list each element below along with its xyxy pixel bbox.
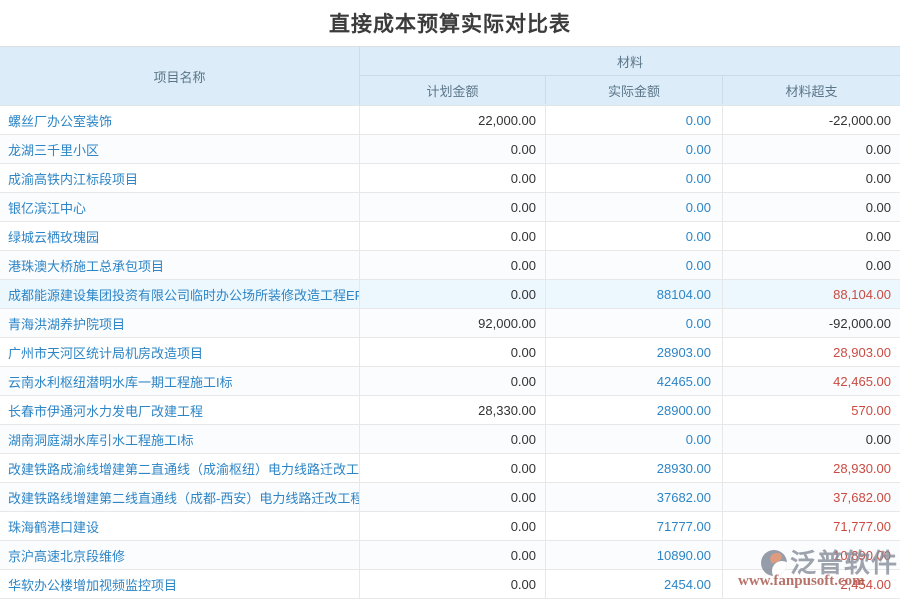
project-name-link[interactable]: 广州市天河区统计局机房改造项目 [0, 338, 360, 366]
planned-amount-value: 0.00 [360, 280, 546, 308]
actual-amount-link[interactable]: 28900.00 [546, 396, 723, 424]
planned-amount-value: 22,000.00 [360, 106, 546, 134]
material-overspend-value: 2,454.00 [723, 570, 900, 598]
table-body: 螺丝厂办公室装饰22,000.000.00-22,000.00龙湖三千里小区0.… [0, 106, 900, 599]
table-row[interactable]: 港珠澳大桥施工总承包项目0.000.000.00 [0, 251, 900, 280]
project-name-link[interactable]: 湖南洞庭湖水库引水工程施工I标 [0, 425, 360, 453]
material-overspend-value: -22,000.00 [723, 106, 900, 134]
table-row[interactable]: 广州市天河区统计局机房改造项目0.0028903.0028,903.00 [0, 338, 900, 367]
project-name-link[interactable]: 青海洪湖养护院项目 [0, 309, 360, 337]
page-title: 直接成本预算实际对比表 [329, 8, 571, 38]
actual-amount-link[interactable]: 10890.00 [546, 541, 723, 569]
planned-amount-value: 0.00 [360, 135, 546, 163]
table-row[interactable]: 云南水利枢纽潜明水库一期工程施工I标0.0042465.0042,465.00 [0, 367, 900, 396]
planned-amount-value: 0.00 [360, 164, 546, 192]
actual-amount-link[interactable]: 71777.00 [546, 512, 723, 540]
material-overspend-value: 71,777.00 [723, 512, 900, 540]
material-overspend-value: 0.00 [723, 425, 900, 453]
project-name-link[interactable]: 改建铁路成渝线增建第二直通线（成渝枢纽）电力线路迁改工程 [0, 454, 360, 482]
material-overspend-value: 0.00 [723, 164, 900, 192]
column-header-material-overspend[interactable]: 材料超支 [723, 76, 900, 104]
title-bar: 直接成本预算实际对比表 [0, 0, 900, 46]
material-overspend-value: 28,903.00 [723, 338, 900, 366]
project-name-link[interactable]: 港珠澳大桥施工总承包项目 [0, 251, 360, 279]
actual-amount-link[interactable]: 0.00 [546, 251, 723, 279]
page: 直接成本预算实际对比表 项目名称 材料 计划金额 实际金额 材料超支 螺丝厂办公… [0, 0, 900, 600]
project-name-link[interactable]: 珠海鹤港口建设 [0, 512, 360, 540]
table-row[interactable]: 华软办公楼增加视频监控项目0.002454.002,454.00 [0, 570, 900, 599]
table-row[interactable]: 京沪高速北京段维修0.0010890.0010,890.00 [0, 541, 900, 570]
table-row[interactable]: 成渝高铁内江标段项目0.000.000.00 [0, 164, 900, 193]
material-overspend-value: 570.00 [723, 396, 900, 424]
project-name-link[interactable]: 云南水利枢纽潜明水库一期工程施工I标 [0, 367, 360, 395]
planned-amount-value: 0.00 [360, 541, 546, 569]
project-name-link[interactable]: 长春市伊通河水力发电厂改建工程 [0, 396, 360, 424]
planned-amount-value: 0.00 [360, 193, 546, 221]
table-header: 项目名称 材料 计划金额 实际金额 材料超支 [0, 47, 900, 106]
actual-amount-link[interactable]: 37682.00 [546, 483, 723, 511]
actual-amount-link[interactable]: 28930.00 [546, 454, 723, 482]
table-row[interactable]: 珠海鹤港口建设0.0071777.0071,777.00 [0, 512, 900, 541]
material-overspend-value: 0.00 [723, 135, 900, 163]
material-overspend-value: -92,000.00 [723, 309, 900, 337]
project-name-link[interactable]: 京沪高速北京段维修 [0, 541, 360, 569]
material-overspend-value: 28,930.00 [723, 454, 900, 482]
material-overspend-value: 0.00 [723, 222, 900, 250]
actual-amount-link[interactable]: 0.00 [546, 106, 723, 134]
comparison-table: 项目名称 材料 计划金额 实际金额 材料超支 螺丝厂办公室装饰22,000.00… [0, 46, 900, 599]
material-column-group: 材料 计划金额 实际金额 材料超支 [360, 47, 900, 105]
column-group-material[interactable]: 材料 [360, 47, 900, 76]
table-row[interactable]: 长春市伊通河水力发电厂改建工程28,330.0028900.00570.00 [0, 396, 900, 425]
planned-amount-value: 0.00 [360, 251, 546, 279]
project-name-link[interactable]: 龙湖三千里小区 [0, 135, 360, 163]
table-row[interactable]: 龙湖三千里小区0.000.000.00 [0, 135, 900, 164]
material-overspend-value: 42,465.00 [723, 367, 900, 395]
material-overspend-value: 88,104.00 [723, 280, 900, 308]
planned-amount-value: 0.00 [360, 425, 546, 453]
project-name-link[interactable]: 绿城云栖玫瑰园 [0, 222, 360, 250]
planned-amount-value: 0.00 [360, 483, 546, 511]
table-row[interactable]: 湖南洞庭湖水库引水工程施工I标0.000.000.00 [0, 425, 900, 454]
table-row[interactable]: 螺丝厂办公室装饰22,000.000.00-22,000.00 [0, 106, 900, 135]
material-overspend-value: 0.00 [723, 251, 900, 279]
planned-amount-value: 0.00 [360, 570, 546, 598]
planned-amount-value: 0.00 [360, 222, 546, 250]
table-row[interactable]: 绿城云栖玫瑰园0.000.000.00 [0, 222, 900, 251]
table-row[interactable]: 银亿滨江中心0.000.000.00 [0, 193, 900, 222]
planned-amount-value: 0.00 [360, 512, 546, 540]
project-name-link[interactable]: 改建铁路线增建第二线直通线（成都-西安）电力线路迁改工程 [0, 483, 360, 511]
planned-amount-value: 0.00 [360, 367, 546, 395]
project-name-link[interactable]: 成渝高铁内江标段项目 [0, 164, 360, 192]
project-name-link[interactable]: 成都能源建设集团投资有限公司临时办公场所装修改造工程EPC [0, 280, 360, 308]
material-subheaders: 计划金额 实际金额 材料超支 [360, 76, 900, 104]
actual-amount-link[interactable]: 0.00 [546, 164, 723, 192]
planned-amount-value: 28,330.00 [360, 396, 546, 424]
table-row[interactable]: 改建铁路线增建第二线直通线（成都-西安）电力线路迁改工程0.0037682.00… [0, 483, 900, 512]
material-overspend-value: 0.00 [723, 193, 900, 221]
actual-amount-link[interactable]: 28903.00 [546, 338, 723, 366]
actual-amount-link[interactable]: 88104.00 [546, 280, 723, 308]
planned-amount-value: 92,000.00 [360, 309, 546, 337]
column-header-actual-amount[interactable]: 实际金额 [546, 76, 723, 104]
planned-amount-value: 0.00 [360, 454, 546, 482]
planned-amount-value: 0.00 [360, 338, 546, 366]
actual-amount-link[interactable]: 0.00 [546, 193, 723, 221]
actual-amount-link[interactable]: 0.00 [546, 309, 723, 337]
project-name-link[interactable]: 华软办公楼增加视频监控项目 [0, 570, 360, 598]
actual-amount-link[interactable]: 0.00 [546, 135, 723, 163]
actual-amount-link[interactable]: 0.00 [546, 425, 723, 453]
actual-amount-link[interactable]: 2454.00 [546, 570, 723, 598]
table-row[interactable]: 成都能源建设集团投资有限公司临时办公场所装修改造工程EPC0.0088104.0… [0, 280, 900, 309]
table-row[interactable]: 青海洪湖养护院项目92,000.000.00-92,000.00 [0, 309, 900, 338]
material-overspend-value: 10,890.00 [723, 541, 900, 569]
material-overspend-value: 37,682.00 [723, 483, 900, 511]
project-name-link[interactable]: 螺丝厂办公室装饰 [0, 106, 360, 134]
table-row[interactable]: 改建铁路成渝线增建第二直通线（成渝枢纽）电力线路迁改工程0.0028930.00… [0, 454, 900, 483]
project-name-link[interactable]: 银亿滨江中心 [0, 193, 360, 221]
actual-amount-link[interactable]: 0.00 [546, 222, 723, 250]
column-header-planned-amount[interactable]: 计划金额 [360, 76, 546, 104]
column-header-project-name[interactable]: 项目名称 [0, 47, 360, 105]
actual-amount-link[interactable]: 42465.00 [546, 367, 723, 395]
